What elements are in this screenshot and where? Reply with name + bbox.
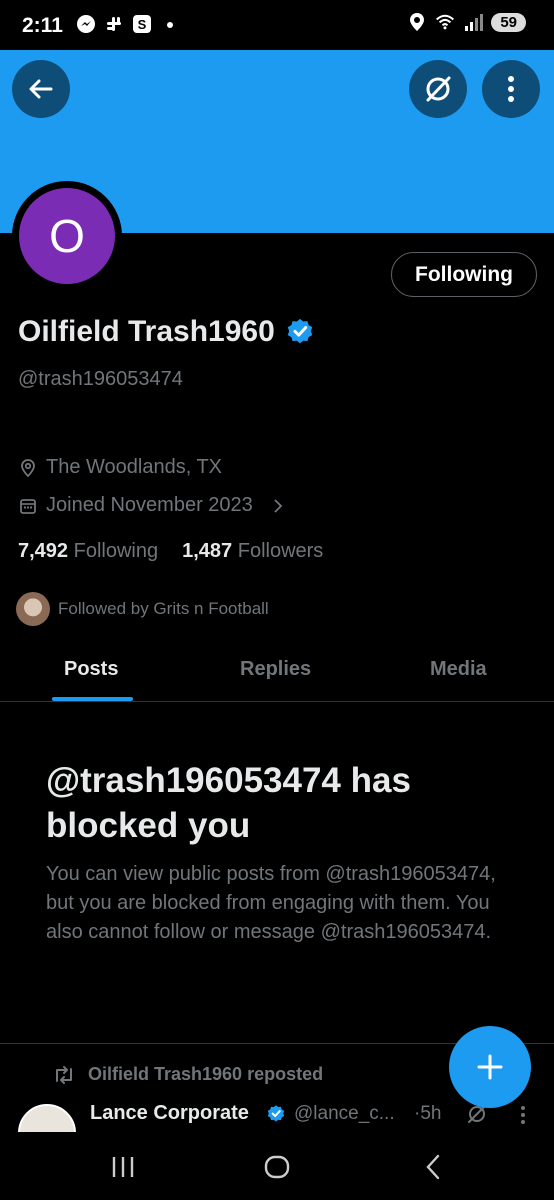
- profile-tabs: Posts Replies Media: [0, 640, 554, 702]
- follow-stats: 7,492 Following 1,487 Followers: [18, 540, 323, 563]
- tab-posts[interactable]: Posts: [64, 658, 118, 681]
- avatar-letter: O: [19, 188, 115, 284]
- system-icons: 59: [407, 12, 526, 32]
- home-icon: [264, 1155, 290, 1179]
- blocked-message: You can view public posts from @trash196…: [46, 863, 496, 943]
- android-navigation-bar: [0, 1132, 554, 1200]
- verified-badge-icon[interactable]: [285, 317, 315, 347]
- location-pin-icon: [21, 458, 35, 477]
- slack-icon: [104, 14, 124, 34]
- svg-text:S: S: [138, 17, 147, 32]
- following-count: 7,492: [18, 540, 69, 562]
- followed-by-text: Followed by Grits n Football: [58, 599, 269, 618]
- battery-icon: 59: [491, 12, 526, 32]
- more-vertical-icon: [508, 76, 514, 102]
- location-icon: [407, 12, 427, 32]
- follower-avatar: [16, 592, 50, 626]
- status-time: 2:11: [22, 14, 63, 37]
- arrow-left-icon: [29, 79, 53, 99]
- plus-icon: [477, 1054, 503, 1080]
- post-author-handle: @lance_c...: [294, 1103, 395, 1124]
- compose-post-button[interactable]: [449, 1026, 531, 1108]
- blocked-title: @trash196053474 has blocked you: [46, 761, 411, 845]
- joined-row[interactable]: Joined November 2023: [18, 494, 287, 517]
- chevron-right-icon: [274, 498, 283, 513]
- followers-label: Followers: [237, 540, 324, 562]
- post-time: ·5h: [414, 1103, 442, 1124]
- active-tab-indicator: [52, 697, 133, 701]
- joined-text: Joined November 2023: [46, 494, 253, 516]
- chevron-left-icon: [426, 1154, 440, 1180]
- profile-handle: @trash196053474: [18, 368, 183, 390]
- grok-icon: [426, 76, 451, 102]
- signal-icon: [463, 12, 484, 32]
- repost-icon: [56, 1065, 72, 1084]
- home-button[interactable]: [262, 1152, 292, 1182]
- followers-count: 1,487: [182, 540, 233, 562]
- calendar-icon: [20, 498, 36, 514]
- following-label: Following: [73, 540, 159, 562]
- wifi-icon: [435, 12, 455, 32]
- status-bar: 2:11 S 59: [0, 0, 554, 50]
- s-app-icon: S: [132, 14, 152, 34]
- recents-icon: [112, 1157, 134, 1177]
- dot-icon: [160, 14, 180, 34]
- post-header[interactable]: Lance Corporate @lance_c... ·5h: [18, 1102, 554, 1132]
- recents-button[interactable]: [108, 1152, 138, 1182]
- notification-icons: S: [76, 14, 180, 34]
- more-vertical-icon[interactable]: [518, 1102, 528, 1128]
- more-options-button[interactable]: [482, 60, 540, 118]
- post-author-avatar[interactable]: [18, 1104, 76, 1132]
- tab-media[interactable]: Media: [430, 658, 487, 681]
- repost-label: Oilfield Trash1960 reposted: [88, 1064, 324, 1084]
- location-row: The Woodlands, TX: [18, 456, 222, 479]
- system-back-button[interactable]: [418, 1152, 448, 1182]
- messenger-icon: [76, 14, 96, 34]
- verified-badge-icon: [267, 1105, 285, 1122]
- following-stat[interactable]: 7,492 Following: [18, 540, 158, 563]
- location-text: The Woodlands, TX: [46, 456, 223, 478]
- grok-button[interactable]: [409, 60, 467, 118]
- following-button[interactable]: Following: [391, 252, 537, 297]
- display-name-row: Oilfield Trash1960: [18, 315, 315, 349]
- repost-indicator: Oilfield Trash1960 reposted: [52, 1064, 323, 1085]
- display-name: Oilfield Trash1960: [18, 315, 275, 348]
- back-button[interactable]: [12, 60, 70, 118]
- tab-replies[interactable]: Replies: [240, 658, 311, 681]
- followers-stat[interactable]: 1,487 Followers: [182, 540, 323, 563]
- post-author-name[interactable]: Lance Corporate: [90, 1102, 249, 1125]
- profile-avatar[interactable]: O: [12, 181, 122, 291]
- followed-by-row[interactable]: Followed by Grits n Football: [16, 592, 269, 626]
